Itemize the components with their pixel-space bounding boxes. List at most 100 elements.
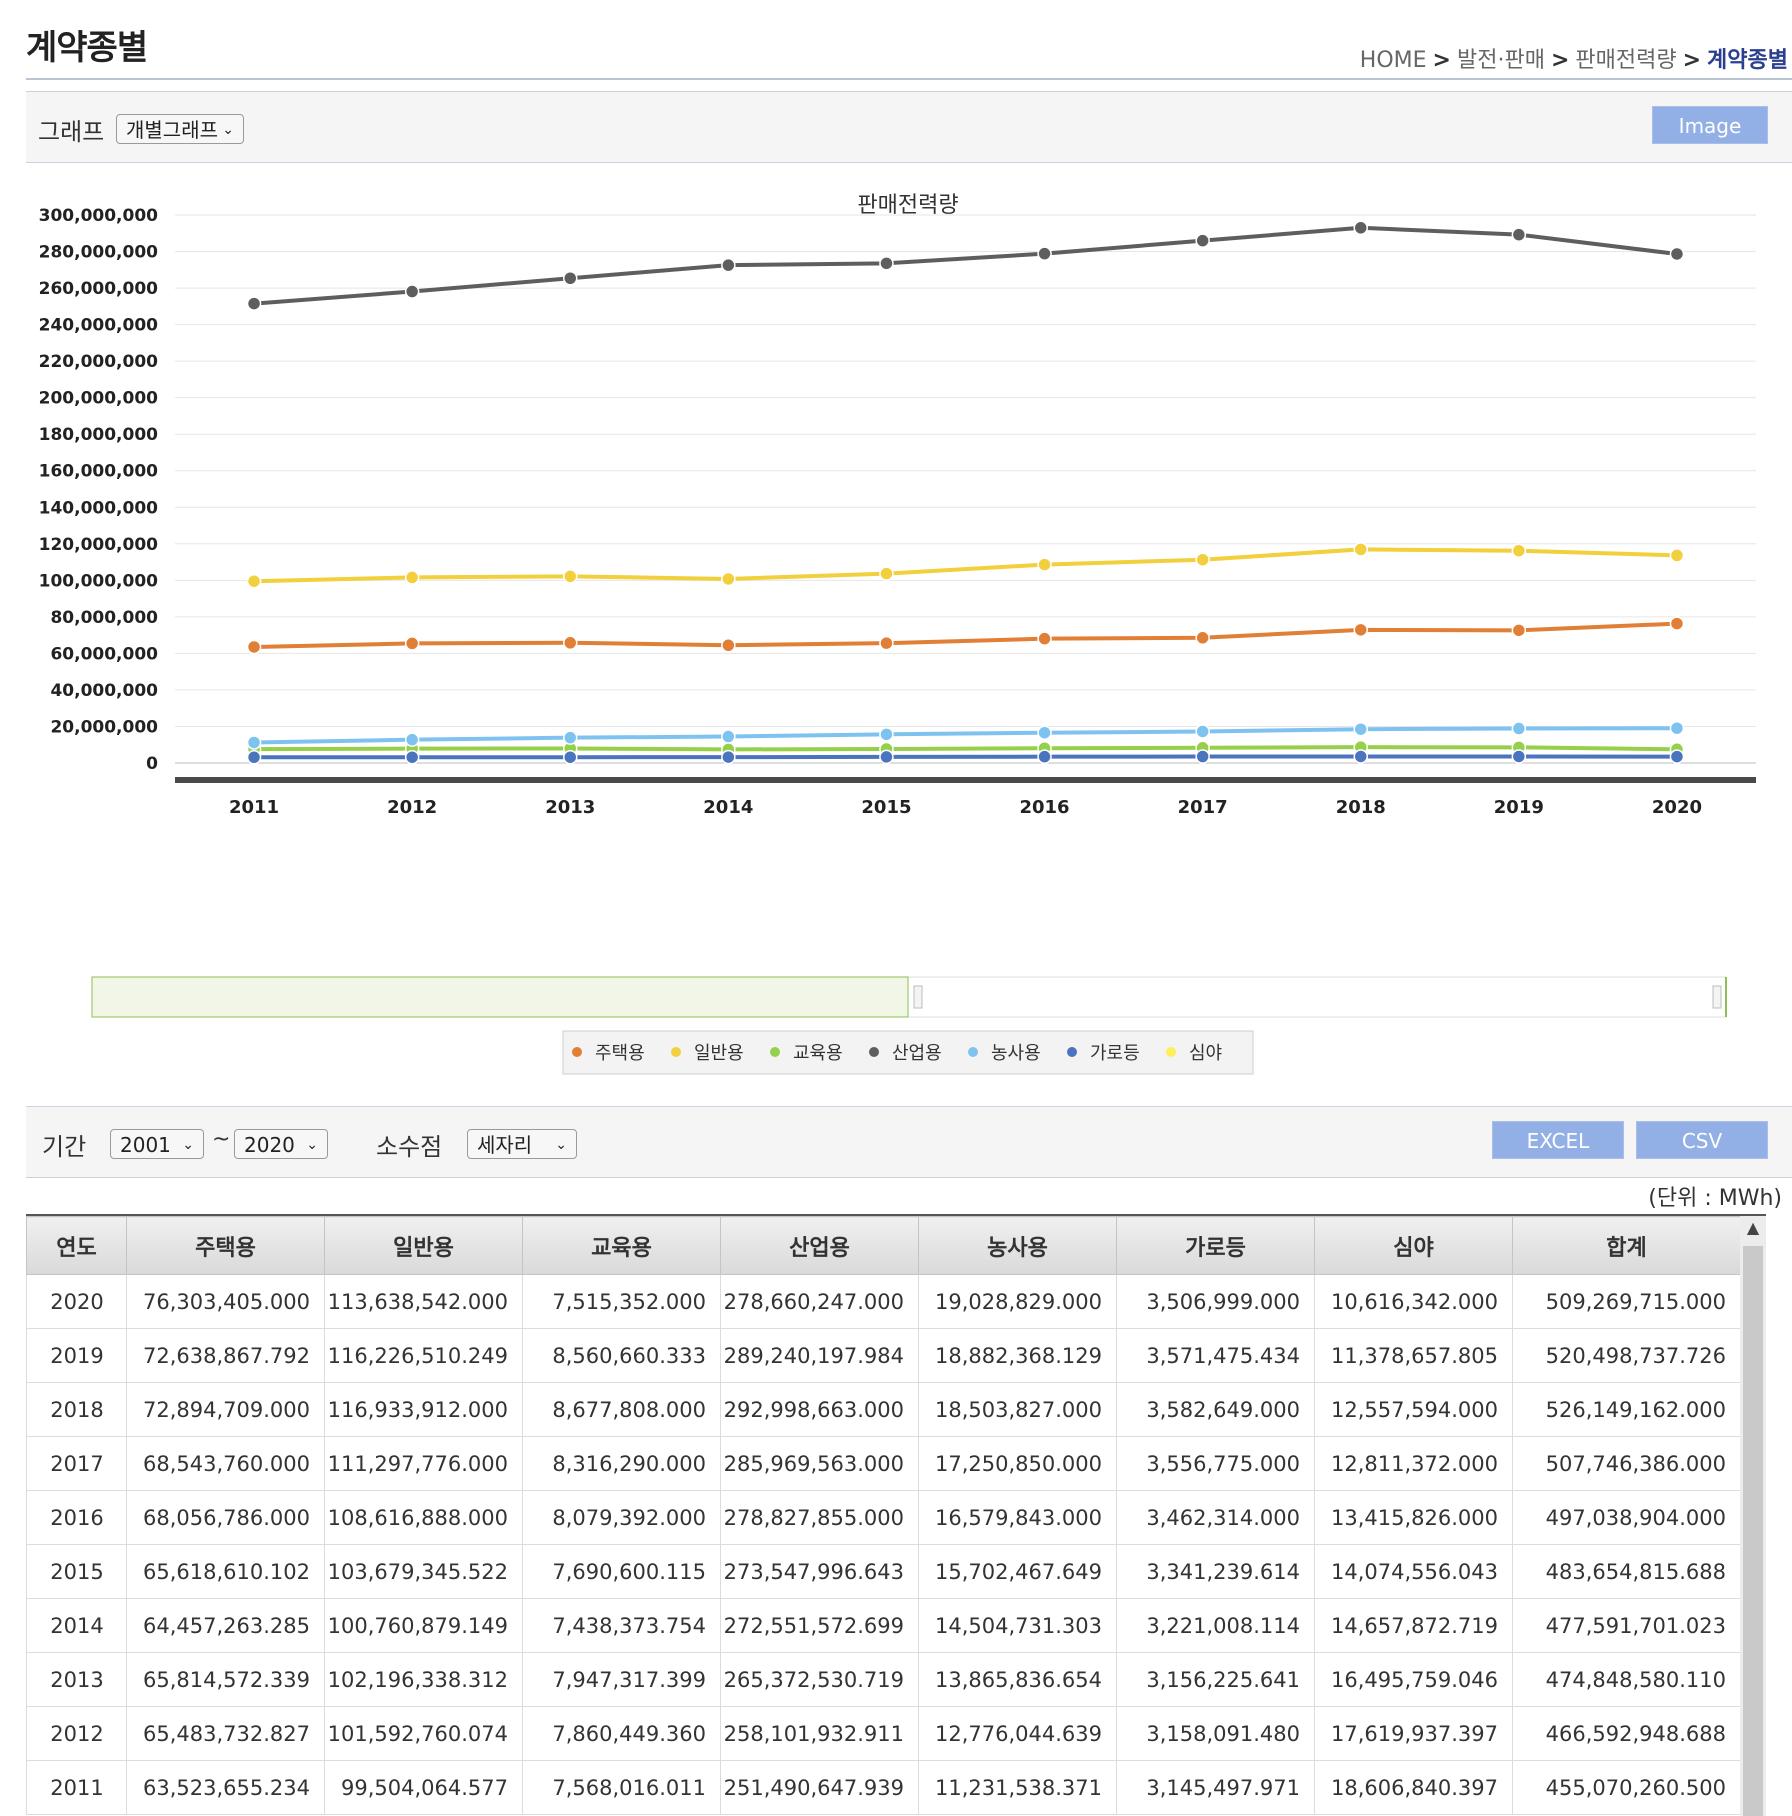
excel-button[interactable]: EXCEL: [1492, 1121, 1624, 1159]
breadcrumb-home[interactable]: HOME: [1360, 48, 1427, 73]
header-education[interactable]: 교육용: [522, 1216, 721, 1275]
table-cell: 108,616,888.000: [324, 1490, 523, 1545]
breadcrumb-generation-sales[interactable]: 발전·판매: [1457, 48, 1545, 73]
data-point[interactable]: [404, 636, 420, 651]
data-point[interactable]: [563, 635, 578, 651]
data-point[interactable]: [563, 569, 578, 584]
legend-label: 가로등: [1090, 1043, 1140, 1064]
data-point[interactable]: [246, 573, 262, 589]
data-point[interactable]: [563, 271, 578, 286]
header-year[interactable]: 연도: [26, 1216, 127, 1275]
data-point[interactable]: [1669, 616, 1685, 631]
header-streetlight[interactable]: 가로등: [1116, 1216, 1315, 1275]
header-residential[interactable]: 주택용: [126, 1216, 325, 1275]
data-point[interactable]: [1353, 542, 1368, 557]
table-cell: 278,660,247.000: [720, 1274, 919, 1329]
data-point[interactable]: [1511, 543, 1527, 558]
to-year-select[interactable]: 2020 ⌄: [234, 1129, 328, 1159]
data-point[interactable]: [721, 638, 736, 653]
range-navigator[interactable]: [91, 976, 1727, 1018]
table-header-row: 연도 주택용 일반용 교육용 산업용 농사용 가로등 심야 합계: [26, 1216, 1741, 1275]
data-point[interactable]: [1195, 749, 1210, 764]
data-point[interactable]: [563, 730, 578, 745]
navigator-left-handle[interactable]: [913, 985, 923, 1009]
table-cell: 497,038,904.000: [1512, 1490, 1741, 1545]
data-point[interactable]: [1195, 233, 1210, 248]
table-cell: 520,498,737.726: [1512, 1328, 1741, 1383]
table-cell: 103,679,345.522: [324, 1544, 523, 1599]
header-total[interactable]: 합계: [1512, 1216, 1741, 1275]
breadcrumb-sales-volume[interactable]: 판매전력량: [1575, 48, 1676, 73]
header-industrial[interactable]: 산업용: [720, 1216, 919, 1275]
legend-marker: [869, 1047, 879, 1057]
data-point[interactable]: [246, 750, 262, 765]
data-point[interactable]: [1669, 246, 1685, 262]
header-late-night[interactable]: 심야: [1314, 1216, 1513, 1275]
data-point[interactable]: [879, 727, 894, 742]
chart-series: [246, 220, 1685, 765]
data-point[interactable]: [879, 635, 894, 651]
header-general[interactable]: 일반용: [324, 1216, 523, 1275]
table-cell: 251,490,647.939: [720, 1760, 919, 1815]
data-point[interactable]: [1669, 548, 1685, 563]
data-point[interactable]: [1037, 631, 1052, 646]
data-point[interactable]: [1037, 749, 1052, 764]
y-tick-label: 220,000,000: [39, 352, 159, 372]
data-point[interactable]: [721, 257, 736, 273]
data-table-container: 연도 주택용 일반용 교육용 산업용 농사용 가로등 심야 합계 2020 76,…: [26, 1214, 1766, 1816]
data-point[interactable]: [721, 571, 736, 587]
data-point[interactable]: [1353, 622, 1368, 638]
breadcrumb: HOME > 발전·판매 > 판매전력량 > 계약종별: [1360, 42, 1788, 74]
graph-type-select[interactable]: 개별그래프 ⌄: [116, 114, 244, 144]
data-point[interactable]: [1195, 724, 1210, 739]
table-cell: 3,462,314.000: [1116, 1490, 1315, 1545]
data-point[interactable]: [1511, 227, 1527, 242]
image-button[interactable]: Image: [1652, 106, 1768, 144]
data-point[interactable]: [246, 735, 262, 750]
data-point[interactable]: [1669, 720, 1685, 736]
data-point[interactable]: [1195, 552, 1210, 567]
data-point[interactable]: [721, 729, 736, 744]
data-point[interactable]: [1353, 749, 1368, 764]
navigator-selection[interactable]: [91, 976, 909, 1018]
navigator-right-handle[interactable]: [1712, 985, 1722, 1009]
data-point[interactable]: [721, 749, 736, 765]
table-cell: 7,947,317.399: [522, 1652, 721, 1707]
data-point[interactable]: [1353, 721, 1368, 737]
table-cell: 3,158,091.480: [1116, 1706, 1315, 1761]
data-point[interactable]: [1511, 749, 1527, 764]
series-0: [246, 616, 1685, 655]
data-point[interactable]: [404, 749, 420, 765]
table-cell-year: 2013: [26, 1652, 127, 1707]
chevron-down-icon: ⌄: [182, 1137, 194, 1153]
data-point[interactable]: [879, 749, 894, 765]
scroll-up-arrow-icon[interactable]: ▲: [1740, 1218, 1766, 1237]
header-agricultural[interactable]: 농사용: [918, 1216, 1117, 1275]
table-scrollbar[interactable]: ▲: [1740, 1216, 1766, 1816]
breadcrumb-current: 계약종별: [1707, 48, 1788, 73]
series-2: [246, 739, 1685, 757]
scroll-thumb[interactable]: [1743, 1246, 1763, 1816]
data-point[interactable]: [1195, 630, 1210, 646]
data-point[interactable]: [1511, 623, 1527, 638]
csv-button[interactable]: CSV: [1636, 1121, 1768, 1159]
data-point[interactable]: [1037, 557, 1052, 572]
table-cell: 483,654,815.688: [1512, 1544, 1741, 1599]
decimal-select[interactable]: 세자리 ⌄: [467, 1129, 577, 1159]
data-point[interactable]: [404, 284, 420, 299]
data-point[interactable]: [1353, 220, 1368, 236]
data-point[interactable]: [879, 256, 894, 271]
table-cell: 272,551,572.699: [720, 1598, 919, 1653]
from-year-select[interactable]: 2001 ⌄: [110, 1129, 204, 1159]
data-point[interactable]: [404, 570, 420, 585]
data-point[interactable]: [879, 566, 894, 581]
data-point[interactable]: [1037, 246, 1052, 261]
data-point[interactable]: [1511, 721, 1527, 736]
data-point[interactable]: [246, 296, 262, 311]
data-point[interactable]: [404, 732, 420, 747]
data-point[interactable]: [1669, 749, 1685, 764]
graph-label: 그래프: [38, 118, 105, 146]
data-point[interactable]: [246, 639, 262, 655]
data-point[interactable]: [563, 749, 578, 765]
data-point[interactable]: [1037, 725, 1052, 740]
